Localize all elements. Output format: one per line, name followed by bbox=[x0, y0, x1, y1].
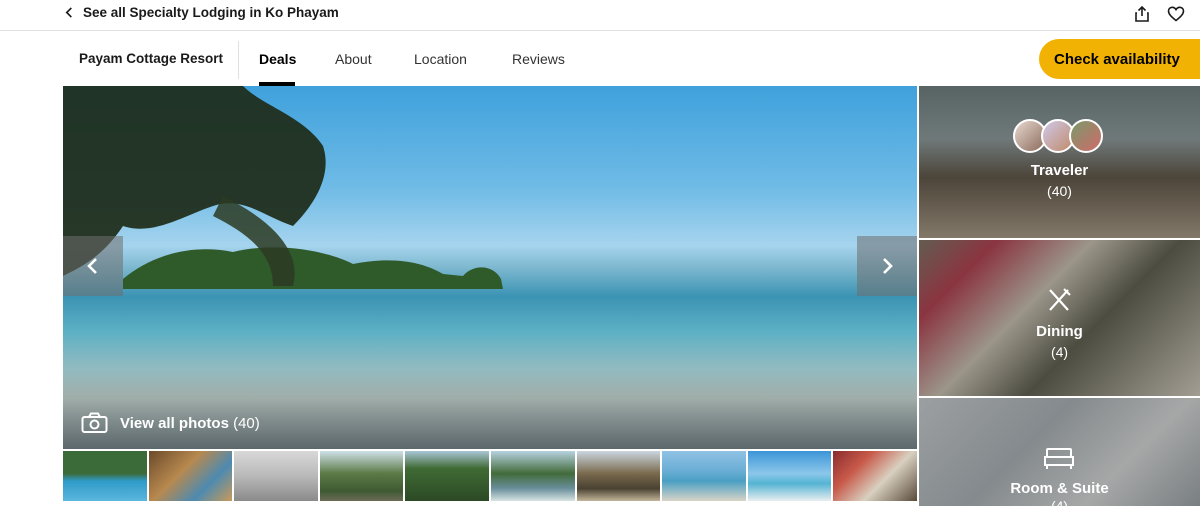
thumbnail-6[interactable] bbox=[490, 451, 575, 501]
next-photo-button[interactable] bbox=[857, 236, 917, 296]
category-label: Room & Suite bbox=[1010, 480, 1109, 497]
tab-about[interactable]: About bbox=[335, 51, 372, 67]
thumbnail-2[interactable] bbox=[148, 451, 233, 501]
back-link-label: See all Specialty Lodging in Ko Phayam bbox=[83, 5, 339, 20]
thumbnail-7[interactable] bbox=[576, 451, 661, 501]
chevron-left-icon bbox=[65, 7, 72, 18]
category-dining[interactable]: Dining (4) bbox=[919, 240, 1200, 396]
avatar bbox=[1069, 119, 1103, 153]
section-nav: Payam Cottage Resort Deals About Locatio… bbox=[0, 32, 1200, 86]
chevron-left-icon bbox=[87, 258, 97, 274]
share-icon[interactable] bbox=[1132, 4, 1152, 24]
view-all-photos-button[interactable]: View all photos (40) bbox=[81, 412, 260, 434]
thumbnail-5[interactable] bbox=[405, 451, 489, 501]
category-count: (4) bbox=[1050, 344, 1069, 360]
category-overlay bbox=[919, 240, 1200, 396]
thumbnail-3[interactable] bbox=[234, 451, 318, 501]
nav-divider bbox=[238, 41, 239, 79]
fork-knife-icon bbox=[1043, 284, 1075, 316]
thumbnail-4[interactable] bbox=[319, 451, 404, 501]
thumbnail-8[interactable] bbox=[662, 451, 746, 501]
hotel-name: Payam Cottage Resort bbox=[79, 51, 224, 66]
view-all-photos-count: (40) bbox=[233, 414, 260, 432]
previous-photo-button[interactable] bbox=[63, 236, 123, 296]
top-actions bbox=[1132, 4, 1186, 24]
tab-reviews[interactable]: Reviews bbox=[512, 51, 565, 67]
thumbnail-9[interactable] bbox=[747, 451, 832, 501]
thumbnail-1[interactable] bbox=[63, 451, 147, 501]
camera-icon bbox=[81, 412, 108, 433]
category-room-suite[interactable]: Room & Suite (4) bbox=[919, 398, 1200, 506]
traveler-avatars bbox=[1013, 119, 1103, 153]
tab-deals[interactable]: Deals bbox=[259, 51, 296, 67]
category-count: (40) bbox=[1047, 183, 1072, 199]
chevron-right-icon bbox=[883, 258, 893, 274]
view-all-photos-label: View all photos bbox=[120, 414, 229, 432]
heart-icon[interactable] bbox=[1166, 4, 1186, 24]
thumbnail-strip bbox=[63, 451, 917, 506]
top-bar: See all Specialty Lodging in Ko Phayam bbox=[0, 0, 1200, 31]
back-to-listings-link[interactable]: See all Specialty Lodging in Ko Phayam bbox=[64, 5, 339, 20]
category-label: Dining bbox=[1036, 323, 1083, 340]
thumbnail-10[interactable] bbox=[833, 451, 917, 501]
tab-location[interactable]: Location bbox=[414, 51, 467, 67]
category-traveler[interactable]: Traveler (40) bbox=[919, 86, 1200, 238]
category-label: Traveler bbox=[1030, 162, 1089, 179]
category-count: (4) bbox=[1050, 498, 1069, 506]
bed-icon bbox=[1043, 442, 1075, 474]
check-availability-button[interactable]: Check availability bbox=[1039, 39, 1200, 79]
main-photo[interactable]: View all photos (40) bbox=[63, 86, 917, 449]
